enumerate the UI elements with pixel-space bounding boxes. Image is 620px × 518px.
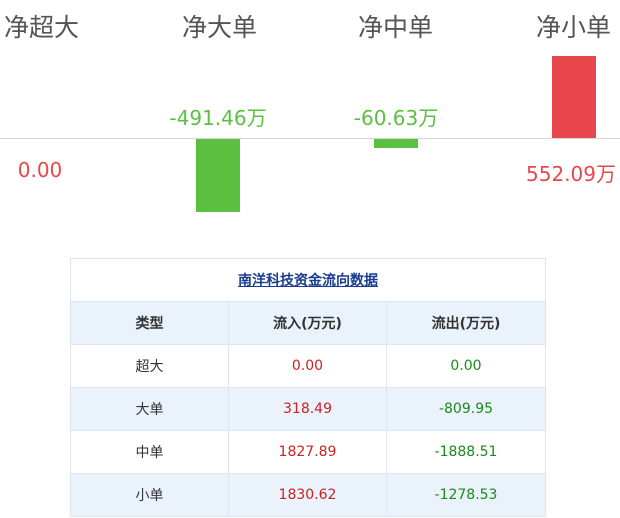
value-label-large: -491.46万 [169,106,267,130]
value-label-medium: -60.63万 [353,106,439,130]
row-inflow-cell: 0.00 [228,344,387,388]
row-type-cell: 中单 [70,430,229,474]
category-label-small: 净小单 [536,13,612,42]
column-header-outflow: 流出(万元) [386,301,546,345]
row-type-cell: 小单 [70,473,229,517]
table-row: 超大 0.00 0.00 [70,344,546,388]
capital-flow-table: 南洋科技资金流向数据 类型 流入(万元) 流出(万元) 超大 0.00 0.00… [70,258,546,517]
bar-small [552,56,596,138]
table-caption-cell: 南洋科技资金流向数据 [70,258,546,302]
row-outflow-cell: -1278.53 [386,473,546,517]
column-header-type: 类型 [70,301,229,345]
row-outflow-cell: -809.95 [386,387,546,431]
table-row: 小单 1830.62 -1278.53 [70,473,546,517]
category-label-super-large: 净超大 [4,13,80,42]
category-label-medium: 净中单 [358,13,434,42]
row-outflow-cell: 0.00 [386,344,546,388]
value-label-super-large: 0.00 [17,158,63,182]
column-header-inflow: 流入(万元) [228,301,387,345]
bar-medium [374,139,418,148]
category-label-large: 净大单 [182,13,258,42]
chart-baseline [0,138,620,139]
table-header-row: 类型 流入(万元) 流出(万元) [70,301,546,345]
table-caption-link[interactable]: 南洋科技资金流向数据 [238,273,378,289]
row-inflow-cell: 1830.62 [228,473,387,517]
row-type-cell: 超大 [70,344,229,388]
bar-large [196,139,240,212]
row-outflow-cell: -1888.51 [386,430,546,474]
row-type-cell: 大单 [70,387,229,431]
table-row: 中单 1827.89 -1888.51 [70,430,546,474]
capital-flow-chart: 净超大 净大单 净中单 净小单 0.00 -491.46万 -60.63万 55… [0,0,620,240]
table-row: 大单 318.49 -809.95 [70,387,546,431]
row-inflow-cell: 318.49 [228,387,387,431]
row-inflow-cell: 1827.89 [228,430,387,474]
value-label-small: 552.09万 [526,162,616,186]
